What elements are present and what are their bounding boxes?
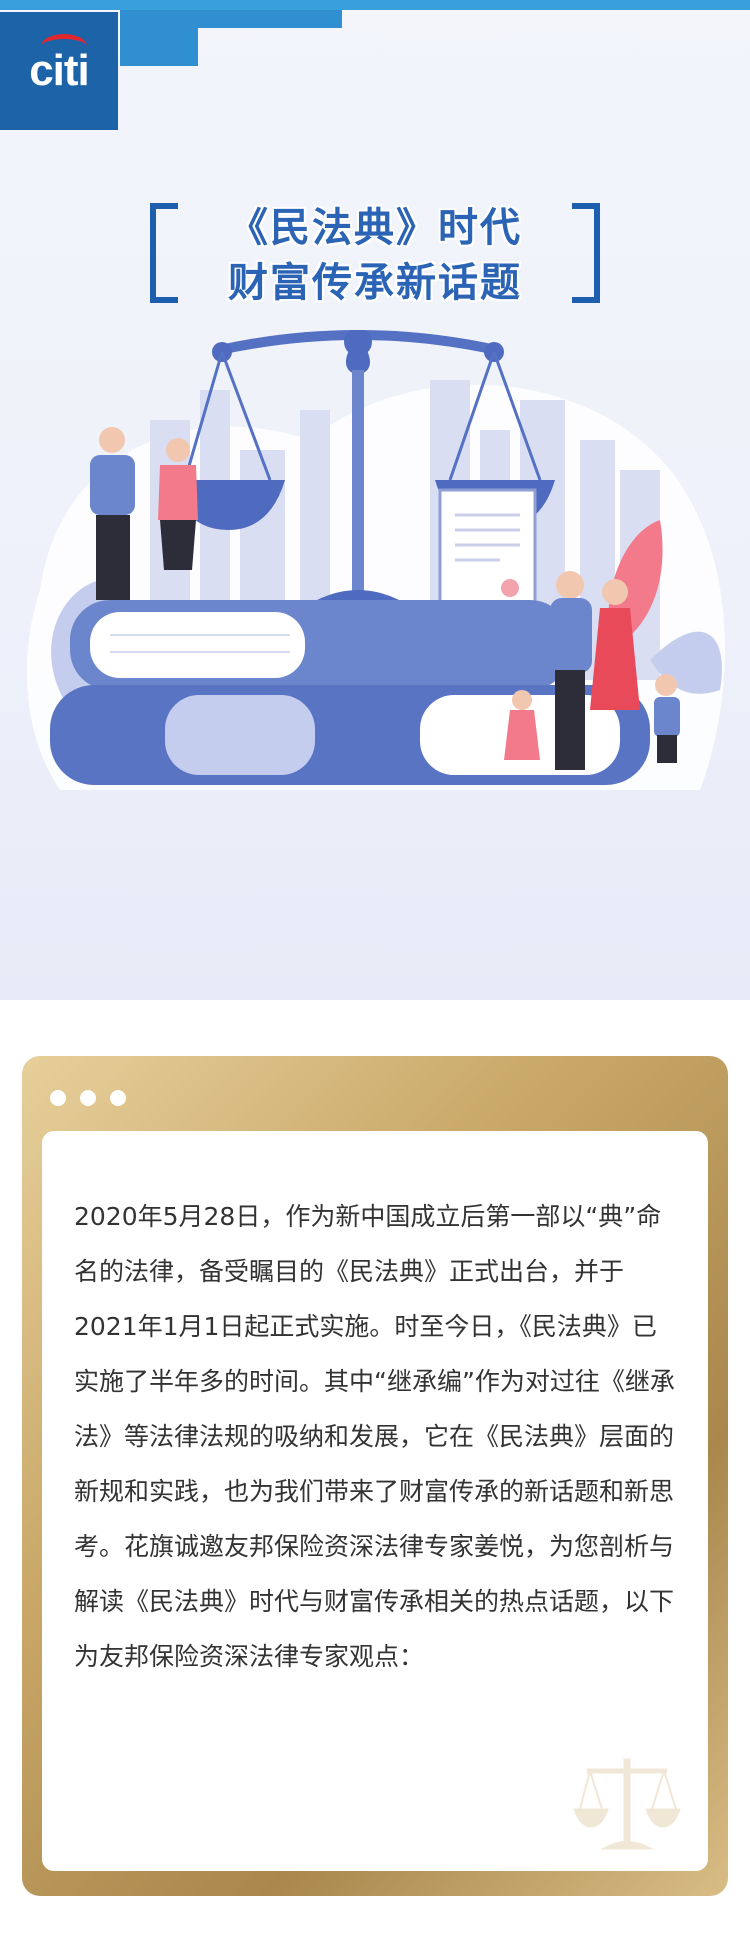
scales-watermark-icon [573, 1758, 681, 1850]
top-accent-bar [0, 0, 750, 10]
article-card: 2020年5月28日，作为新中国成立后第一部以“典”命名的法律，备受瞩目的《民法… [22, 1056, 728, 1896]
hero-banner: citi 《民法典》时代 财富传承新话题 [0, 0, 750, 1000]
dot-icon [50, 1090, 66, 1106]
top-accent-tab [120, 10, 342, 28]
title-line-1: 《民法典》时代 [228, 205, 522, 251]
logo-arc [41, 34, 88, 59]
certificate-document [438, 488, 537, 612]
title-line-2: 财富传承新话题 [228, 260, 522, 306]
page-title: 《民法典》时代 财富传承新话题 [150, 195, 600, 306]
citi-logo: citi [0, 12, 118, 130]
article-paragraph: 2020年5月28日，作为新中国成立后第一部以“典”命名的法律，备受瞩目的《民法… [74, 1202, 675, 1671]
top-accent-tab-lower [120, 28, 198, 66]
dot-icon [110, 1090, 126, 1106]
window-dots-icon [50, 1090, 126, 1106]
scales-of-justice-illustration [26, 330, 725, 790]
logo-wordmark: citi [29, 34, 90, 96]
article-body-panel: 2020年5月28日，作为新中国成立后第一部以“典”命名的法律，备受瞩目的《民法… [42, 1131, 708, 1871]
dot-icon [80, 1090, 96, 1106]
